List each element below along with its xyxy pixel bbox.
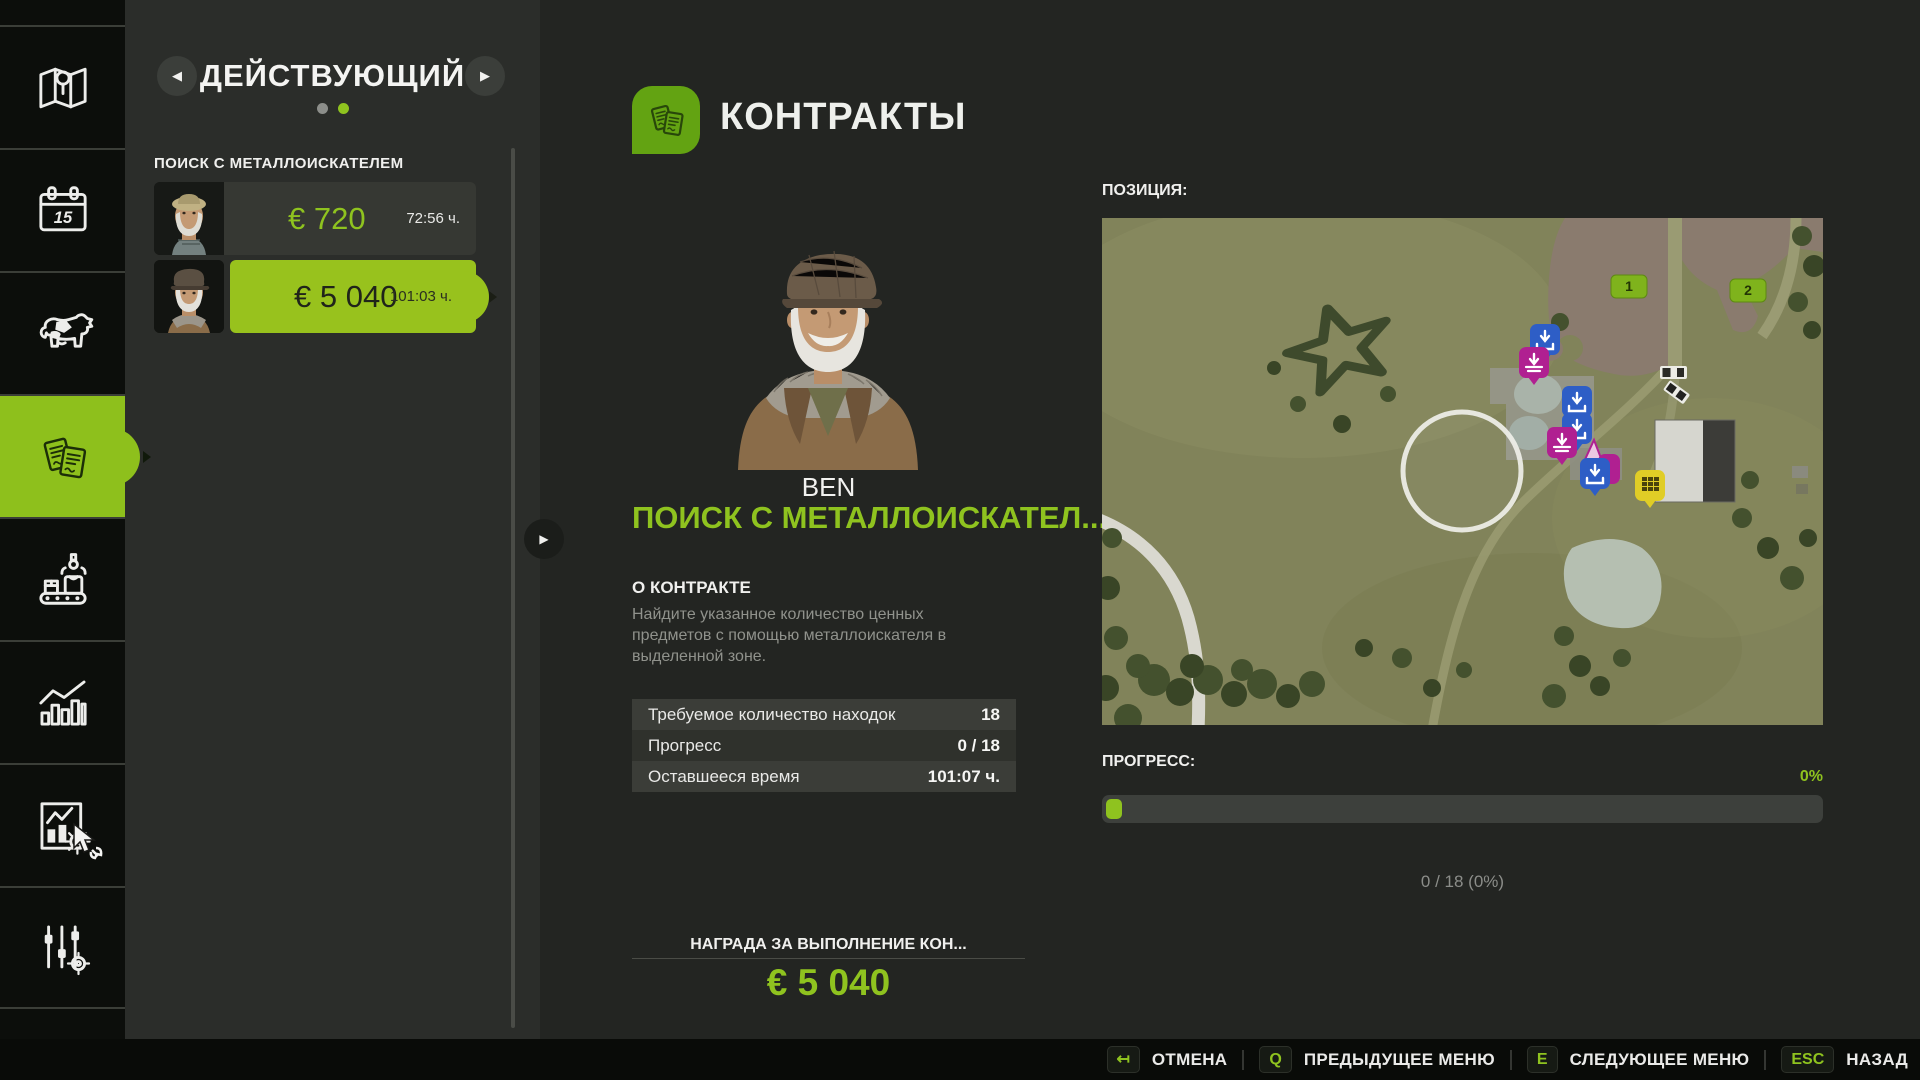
active-tab-arrow-icon <box>143 451 151 463</box>
contract-info-table: Требуемое количество находок 18 Прогресс… <box>632 699 1016 792</box>
table-row: Требуемое количество находок 18 <box>632 699 1016 730</box>
action-label: ПРЕДЫДУЩЕЕ МЕНЮ <box>1304 1050 1495 1070</box>
contracts-icon <box>32 426 94 488</box>
sidebar-item-map[interactable] <box>0 25 125 148</box>
about-section-label: О КОНТРАКТЕ <box>632 578 751 598</box>
bottom-keybar: ↤ ОТМЕНА Q ПРЕДЫДУЩЕЕ МЕНЮ E СЛЕДУЮЩЕЕ М… <box>0 1039 1920 1080</box>
esc-key-icon: ESC <box>1781 1046 1834 1073</box>
progress-percent: 0% <box>1102 768 1823 786</box>
sidebar-item-statistics[interactable] <box>0 640 125 763</box>
backspace-key-icon: ↤ <box>1107 1046 1140 1073</box>
q-key-icon: Q <box>1259 1046 1291 1073</box>
cancel-action[interactable]: ↤ ОТМЕНА <box>1107 1046 1228 1073</box>
previous-menu-action[interactable]: Q ПРЕДЫДУЩЕЕ МЕНЮ <box>1259 1046 1495 1073</box>
page-dot[interactable] <box>317 103 328 114</box>
page-dots <box>125 103 540 114</box>
back-action[interactable]: ESC НАЗАД <box>1781 1046 1908 1073</box>
cow-icon <box>32 303 94 365</box>
contract-list-item-selected[interactable]: € 5 040 101:03 ч. <box>154 260 476 333</box>
row-value: 101:07 ч. <box>928 767 1000 787</box>
reward-label: НАГРАДА ЗА ВЫПОЛНЕНИЕ КОН... <box>632 936 1025 954</box>
table-row: Прогресс 0 / 18 <box>632 730 1016 761</box>
position-label: ПОЗИЦИЯ: <box>1102 182 1187 200</box>
row-value: 0 / 18 <box>957 736 1000 756</box>
contracts-screen: 15 <box>0 0 1920 1080</box>
pond-small <box>1514 374 1562 414</box>
divider <box>1764 1050 1766 1070</box>
contract-time-left: 72:56 ч. <box>406 210 460 227</box>
field-badge-2: 2 <box>1744 282 1752 298</box>
contract-time-left: 101:03 ч. <box>390 288 452 305</box>
npc-portrait <box>688 200 968 470</box>
contract-zone-ring <box>1403 412 1521 530</box>
divider <box>1242 1050 1244 1070</box>
action-label: СЛЕДУЮЩЕЕ МЕНЮ <box>1570 1050 1750 1070</box>
next-menu-action[interactable]: E СЛЕДУЮЩЕЕ МЕНЮ <box>1527 1046 1749 1073</box>
page-title: КОНТРАКТЫ <box>720 96 966 139</box>
finances-icon <box>32 795 94 857</box>
action-label: НАЗАД <box>1846 1050 1908 1070</box>
e-key-icon: E <box>1527 1046 1558 1073</box>
contracts-bubble-icon <box>632 86 700 154</box>
panel-expander-button[interactable]: ▶ <box>524 519 564 559</box>
sidebar-item-settings[interactable] <box>0 886 125 1009</box>
progress-bar-fill <box>1106 799 1122 819</box>
contract-list-panel: ◀ ▶ ДЕЙСТВУЮЩИЙ ПОИСК С МЕТАЛЛОИСКАТЕЛЕМ <box>125 0 540 1040</box>
calendar-icon: 15 <box>32 180 94 242</box>
npc-name: BEN <box>632 472 1025 503</box>
contract-list-item[interactable]: € 720 72:56 ч. <box>154 182 476 255</box>
selected-row-bump <box>463 271 489 323</box>
settings-icon <box>32 917 94 979</box>
map-icon <box>32 57 94 119</box>
npc-avatar <box>154 260 224 333</box>
sidebar: 15 <box>0 0 125 1040</box>
statistics-icon <box>32 672 94 734</box>
chevron-right-icon: ▶ <box>539 532 548 546</box>
row-label: Требуемое количество находок <box>648 705 981 725</box>
row-label: Оставшееся время <box>648 767 928 787</box>
contract-map[interactable]: 1 2 <box>1102 218 1823 725</box>
progress-bar <box>1102 795 1823 823</box>
reward-divider <box>632 958 1025 959</box>
selected-row-arrow-icon <box>489 291 497 303</box>
reward-value: € 5 040 <box>632 962 1025 1004</box>
sidebar-item-contracts[interactable] <box>0 394 125 517</box>
contract-description: Найдите указанное количество ценных пред… <box>632 604 1002 667</box>
contract-title: ПОИСК С МЕТАЛЛОИСКАТЕЛ... <box>632 500 1025 536</box>
page-dot-active[interactable] <box>338 103 349 114</box>
list-title: ДЕЙСТВУЮЩИЙ <box>125 58 540 94</box>
svg-text:15: 15 <box>53 208 72 227</box>
sidebar-item-calendar[interactable]: 15 <box>0 148 125 271</box>
action-label: ОТМЕНА <box>1152 1050 1227 1070</box>
field-badge-1: 1 <box>1625 278 1633 294</box>
npc-avatar <box>154 182 224 255</box>
contract-price: € 5 040 <box>294 279 397 315</box>
progress-caption: 0 / 18 (0%) <box>1102 872 1823 892</box>
production-icon <box>32 549 94 611</box>
contract-price: € 720 <box>288 201 366 237</box>
contract-group-label: ПОИСК С МЕТАЛЛОИСКАТЕЛЕМ <box>154 155 403 172</box>
divider <box>1510 1050 1512 1070</box>
sidebar-item-production[interactable] <box>0 517 125 640</box>
list-scrollbar[interactable] <box>511 148 515 1028</box>
sidebar-item-finances[interactable] <box>0 763 125 886</box>
sidebar-item-animals[interactable] <box>0 271 125 394</box>
table-row: Оставшееся время 101:07 ч. <box>632 761 1016 792</box>
row-value: 18 <box>981 705 1000 725</box>
row-label: Прогресс <box>648 736 957 756</box>
